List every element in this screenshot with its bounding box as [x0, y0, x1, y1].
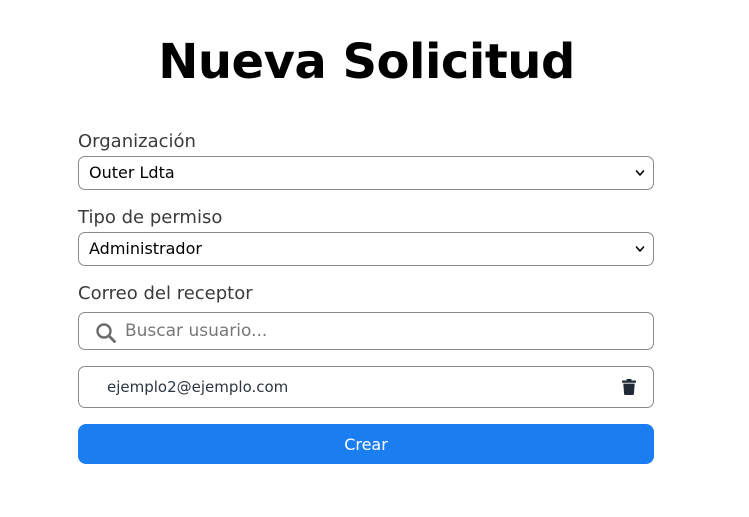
- user-search-input[interactable]: [125, 313, 625, 349]
- user-search-box: [78, 312, 654, 350]
- create-button[interactable]: Crear: [78, 424, 654, 464]
- organization-selected-value: Outer Ldta: [89, 163, 175, 182]
- search-icon: [96, 323, 116, 343]
- recipient-email-label: Correo del receptor: [78, 283, 253, 304]
- new-request-page: Nueva Solicitud Organización Outer Ldta …: [0, 0, 749, 517]
- chevron-down-icon: [635, 246, 645, 252]
- chevron-down-icon: [635, 170, 645, 176]
- request-form: Organización Outer Ldta Tipo de permiso …: [78, 128, 654, 464]
- organization-select[interactable]: Outer Ldta: [78, 156, 654, 190]
- permission-type-selected-value: Administrador: [89, 239, 202, 258]
- organization-label: Organización: [78, 131, 196, 152]
- trash-icon[interactable]: [622, 379, 636, 395]
- recipient-email-item: ejemplo2@ejemplo.com: [78, 366, 654, 408]
- recipient-email-text: ejemplo2@ejemplo.com: [107, 378, 289, 396]
- permission-type-select[interactable]: Administrador: [78, 232, 654, 266]
- page-title: Nueva Solicitud: [158, 34, 575, 90]
- permission-type-label: Tipo de permiso: [78, 207, 223, 228]
